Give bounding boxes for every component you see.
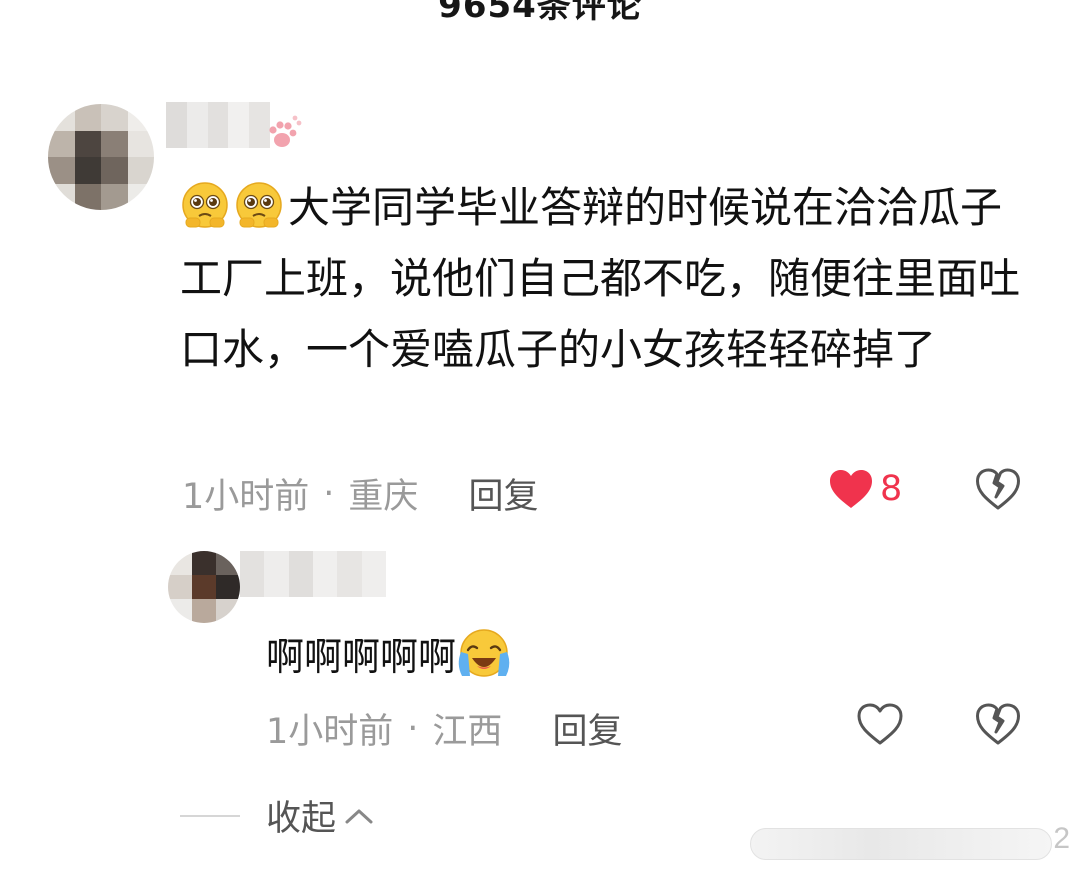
mosaic-tile — [168, 551, 192, 575]
mosaic-tile — [74, 104, 101, 131]
reply-text: 啊啊啊啊啊 — [266, 635, 457, 679]
mosaic-tile — [101, 183, 128, 210]
mosaic-tile — [48, 130, 75, 157]
crying-face-icon — [458, 629, 510, 677]
divider — [180, 814, 240, 817]
paw-icon — [269, 115, 302, 147]
watermark-logo — [750, 828, 1052, 860]
mosaic-tile — [264, 551, 289, 597]
mosaic-tile — [216, 551, 240, 575]
like-count: 8 — [880, 469, 903, 509]
comment-time: 1小时前 — [182, 477, 310, 517]
mosaic-tile — [101, 130, 128, 157]
reply-meta: 1小时前 · 江西 回复 — [266, 703, 622, 754]
heart-filled-icon — [830, 470, 872, 508]
reply-location: 江西 — [432, 712, 503, 752]
mosaic-tile — [337, 551, 362, 597]
reply-body: 啊啊啊啊啊 — [266, 626, 512, 687]
reply-button[interactable]: 回复 — [552, 703, 622, 754]
collapse-replies[interactable]: 收起 — [180, 790, 374, 841]
mosaic-tile — [192, 551, 216, 575]
mosaic-tile — [216, 599, 240, 623]
reply-time: 1小时前 — [266, 712, 394, 752]
reply-button[interactable]: 回复 — [468, 468, 538, 519]
like-button[interactable]: 8 — [828, 468, 902, 510]
mosaic-tile — [207, 102, 229, 148]
avatar[interactable] — [168, 551, 240, 623]
meta-separator: · — [407, 708, 419, 749]
mosaic-tile — [168, 575, 192, 599]
pleading-face-icon — [182, 182, 228, 228]
mosaic-tile — [192, 599, 216, 623]
mosaic-tile — [101, 157, 128, 184]
mosaic-tile — [166, 102, 187, 148]
mosaic-tile — [312, 551, 338, 597]
username-blurred[interactable] — [166, 102, 270, 148]
watermark: 2 — [742, 822, 1080, 866]
mosaic-tile — [127, 183, 154, 210]
collapse-label: 收起 — [266, 799, 337, 839]
mosaic-tile — [74, 183, 101, 210]
mosaic-tile — [48, 183, 75, 210]
mosaic-tile — [288, 551, 313, 597]
mosaic-tile — [228, 102, 250, 148]
mosaic-tile — [127, 104, 154, 131]
mosaic-tile — [74, 157, 101, 184]
mosaic-tile — [168, 599, 192, 623]
mosaic-tile — [48, 157, 75, 184]
mosaic-tile — [101, 104, 128, 131]
comment-meta: 1小时前 · 重庆 回复 — [182, 468, 538, 519]
mosaic-tile — [361, 551, 386, 597]
mosaic-tile — [74, 130, 101, 157]
mosaic-tile — [127, 130, 154, 157]
mosaic-tile — [192, 575, 216, 599]
comment-text: 大学同学毕业答辩的时候说在洽洽瓜子工厂上班，说他们自己都不吃，随便往里面吐口水，… — [180, 183, 1021, 374]
comment-location: 重庆 — [348, 477, 419, 517]
avatar[interactable] — [48, 104, 154, 210]
username-blurred[interactable] — [240, 551, 386, 597]
comment-body: 大学同学毕业答辩的时候说在洽洽瓜子工厂上班，说他们自己都不吃，随便往里面吐口水，… — [180, 172, 1040, 385]
chevron-up-icon — [345, 809, 373, 823]
mosaic-tile — [48, 104, 75, 131]
heart-outline-icon[interactable] — [856, 702, 904, 746]
mosaic-tile — [127, 157, 154, 184]
meta-separator: · — [323, 473, 335, 514]
comment-count-title: 9654条评论 — [438, 0, 642, 26]
mosaic-tile — [216, 575, 240, 599]
mosaic-tile — [240, 551, 265, 597]
pleading-face-icon — [236, 182, 282, 228]
mosaic-tile — [186, 102, 208, 148]
watermark-digit: 2 — [1053, 822, 1070, 855]
broken-heart-icon[interactable] — [975, 702, 1021, 746]
broken-heart-icon[interactable] — [975, 467, 1021, 511]
